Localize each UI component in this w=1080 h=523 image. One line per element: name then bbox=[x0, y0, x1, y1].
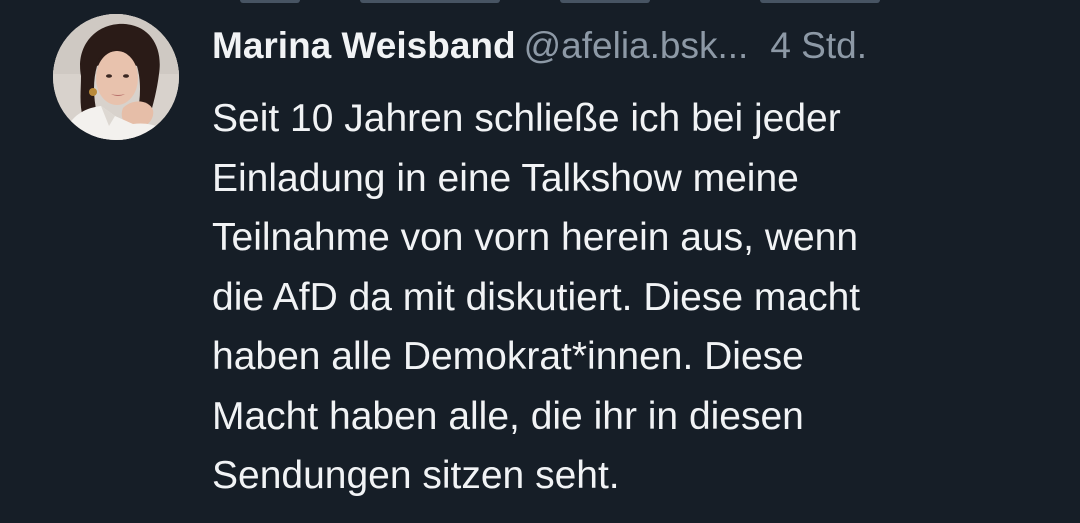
post-text-line: Teilnahme von vorn herein aus, wenn bbox=[212, 216, 859, 259]
post-text-line: Macht haben alle, die ihr in diesen bbox=[212, 394, 804, 438]
post-text-line: haben alle Demokrat*innen. Diese bbox=[212, 335, 804, 378]
post-timestamp[interactable]: 4 Std. bbox=[770, 25, 867, 66]
post-text-line: Sendungen sitzen seht. bbox=[212, 454, 620, 497]
author-avatar[interactable] bbox=[53, 14, 179, 140]
author-handle[interactable]: @afelia.bsk... bbox=[524, 25, 749, 66]
post-header: Marina Weisband @afelia.bsk... 4 Std. bbox=[212, 23, 867, 69]
author-display-name[interactable]: Marina Weisband bbox=[212, 25, 516, 66]
post-text-line: die AfD da mit diskutiert. Diese macht bbox=[212, 275, 861, 319]
post-text-line: Seit 10 Jahren schließe ich bei jeder bbox=[212, 97, 841, 140]
post-text-line: Einladung in eine Talkshow meine bbox=[212, 156, 799, 200]
avatar-portrait-image bbox=[53, 14, 179, 140]
post-body-text: Seit 10 Jahren schließe ich bei jeder Ei… bbox=[212, 89, 1052, 506]
previous-post-remnant bbox=[0, 0, 1080, 6]
post-card[interactable]: Marina Weisband @afelia.bsk... 4 Std. Seit… bbox=[0, 0, 1080, 523]
